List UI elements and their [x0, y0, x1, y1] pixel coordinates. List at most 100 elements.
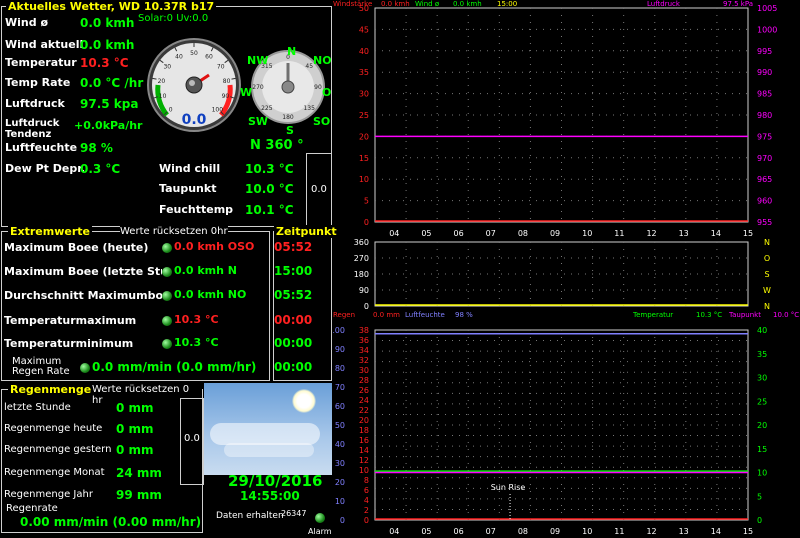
legend-entry: Taupunkt — [728, 311, 761, 319]
x-tick-label: 08 — [518, 229, 528, 238]
gauge-tick-label: 40 — [175, 54, 183, 61]
y-tick-label: 10 — [359, 466, 369, 475]
wind-speed-gauge: 0102030405060708090100 0.0 — [147, 38, 241, 132]
y-tick-label: 180 — [354, 270, 369, 279]
y-tick-label: 90 — [335, 345, 345, 354]
status-date: 29/10/2016 — [228, 472, 323, 490]
extremes-reset-label: Werte rücksetzen 0hr — [120, 226, 228, 237]
y-tick-label: 22 — [359, 406, 369, 415]
y-tick-label: 15 — [757, 445, 767, 454]
y-tick-label: 975 — [757, 132, 772, 141]
y-tick-label: 30 — [359, 90, 369, 99]
reading-label: Luftdruck Tendenz — [5, 118, 60, 140]
y-tick-label: 20 — [359, 132, 369, 141]
y-tick-label: 80 — [335, 364, 345, 373]
y-tick-label: 100 — [333, 326, 345, 335]
reading-label: Luftfeuchte — [5, 141, 78, 154]
y-tick-label: 38 — [359, 326, 369, 335]
y-tick-label: 0 — [340, 516, 345, 525]
extra-reading-label: Wind chill — [159, 162, 221, 175]
rain-rate-max-value: 0.0 mm/min (0.0 mm/hr) — [92, 360, 257, 374]
y-tick-label: 30 — [757, 374, 767, 383]
reading-value: 0.0 kmh — [80, 38, 135, 52]
y-tick-label: 0 — [364, 516, 369, 525]
extreme-label: Temperaturmaximum — [4, 314, 137, 327]
history-charts: 0510152025303540455095596096597097598098… — [333, 0, 799, 536]
x-tick-label: 07 — [486, 527, 496, 536]
compass-degree-label: 225 — [261, 105, 273, 112]
compass-letter: NW — [247, 54, 269, 67]
y-tick-label: 25 — [757, 397, 767, 406]
extreme-time: 05:52 — [274, 288, 313, 302]
y-tick-label: 980 — [757, 111, 772, 120]
gauge-tick-label: 30 — [163, 64, 171, 71]
compass-letter: O — [322, 86, 332, 99]
x-tick-label: 06 — [454, 229, 464, 238]
y-tick-label: 0 — [364, 218, 369, 227]
x-tick-label: 15 — [743, 527, 753, 536]
x-tick-label: 06 — [454, 527, 464, 536]
y-tick-label: N — [764, 302, 770, 311]
y-tick-label: 10 — [335, 497, 345, 506]
sky-image — [204, 383, 332, 475]
extreme-indicator — [162, 267, 172, 277]
y-tick-label: 955 — [757, 218, 772, 227]
status-time: 14:55:00 — [240, 489, 300, 503]
extreme-value: 0.0 kmh NO — [174, 288, 247, 301]
reading-label: Temp Rate — [5, 76, 71, 89]
time-title: Zeitpunkt — [274, 225, 339, 238]
rain-title: Regenmenge — [8, 383, 94, 396]
gauge-tick-mark — [152, 77, 157, 80]
legend-entry: Windstärke — [333, 0, 372, 8]
cloud-icon — [210, 423, 320, 445]
y-tick-label: N — [764, 238, 770, 247]
extreme-indicator — [162, 316, 172, 326]
x-tick-label: 09 — [550, 527, 560, 536]
y-tick-label: 30 — [335, 459, 345, 468]
compass-degree-label: 90 — [314, 84, 322, 91]
x-tick-label: 08 — [518, 527, 528, 536]
extreme-value: 10.3 °C — [174, 313, 219, 326]
reading-label: Wind aktuell — [5, 38, 84, 51]
gauge-tick-label: 80 — [223, 78, 231, 85]
compass-letter: S — [286, 124, 294, 137]
y-tick-label: 12 — [359, 456, 369, 465]
y-tick-label: 2 — [364, 506, 369, 515]
extreme-time: 00:00 — [274, 313, 313, 327]
alarm-indicator[interactable] — [315, 513, 325, 523]
y-tick-label: 28 — [359, 376, 369, 385]
x-tick-label: 15 — [743, 229, 753, 238]
rain-rate-label: Regenrate — [6, 503, 58, 514]
current-weather-title: Aktuelles Wetter, WD 10.37R b17 — [6, 0, 217, 13]
reading-label: Dew Pt Depr. — [5, 162, 86, 175]
y-tick-label: 20 — [335, 478, 345, 487]
legend-entry: 98 % — [455, 311, 473, 319]
gauge-tick-label: 60 — [205, 54, 213, 61]
gauge-tick-label: 70 — [217, 64, 225, 71]
y-tick-label: 20 — [359, 416, 369, 425]
y-tick-label: 270 — [354, 254, 369, 263]
y-tick-label: 5 — [757, 492, 762, 501]
compass-degree-label: 180 — [282, 114, 294, 121]
x-tick-label: 04 — [389, 229, 399, 238]
reading-label: Temperatur — [5, 56, 77, 69]
x-tick-label: 10 — [582, 229, 592, 238]
y-tick-label: 90 — [359, 286, 369, 295]
legend-entry: Temperatur — [632, 311, 673, 319]
extra-reading-value: 10.0 °C — [245, 182, 294, 196]
y-tick-label: 40 — [757, 326, 767, 335]
x-tick-label: 13 — [679, 527, 689, 536]
y-tick-label: 45 — [359, 25, 369, 34]
y-tick-label: 990 — [757, 68, 772, 77]
y-tick-label: 5 — [364, 197, 369, 206]
legend-entry: Luftfeuchte — [405, 311, 445, 319]
rain-value: 0 mm — [116, 401, 154, 415]
gauge-tick-label: 0 — [169, 106, 173, 113]
rain-side-box: 0.0 — [180, 398, 204, 485]
gauge-tick-mark — [231, 77, 236, 80]
extreme-time: 05:52 — [274, 240, 313, 254]
compass-degree-label: 270 — [252, 84, 264, 91]
x-tick-label: 14 — [711, 527, 721, 536]
y-tick-label: 10 — [757, 469, 767, 478]
extreme-time: 00:00 — [274, 336, 313, 350]
